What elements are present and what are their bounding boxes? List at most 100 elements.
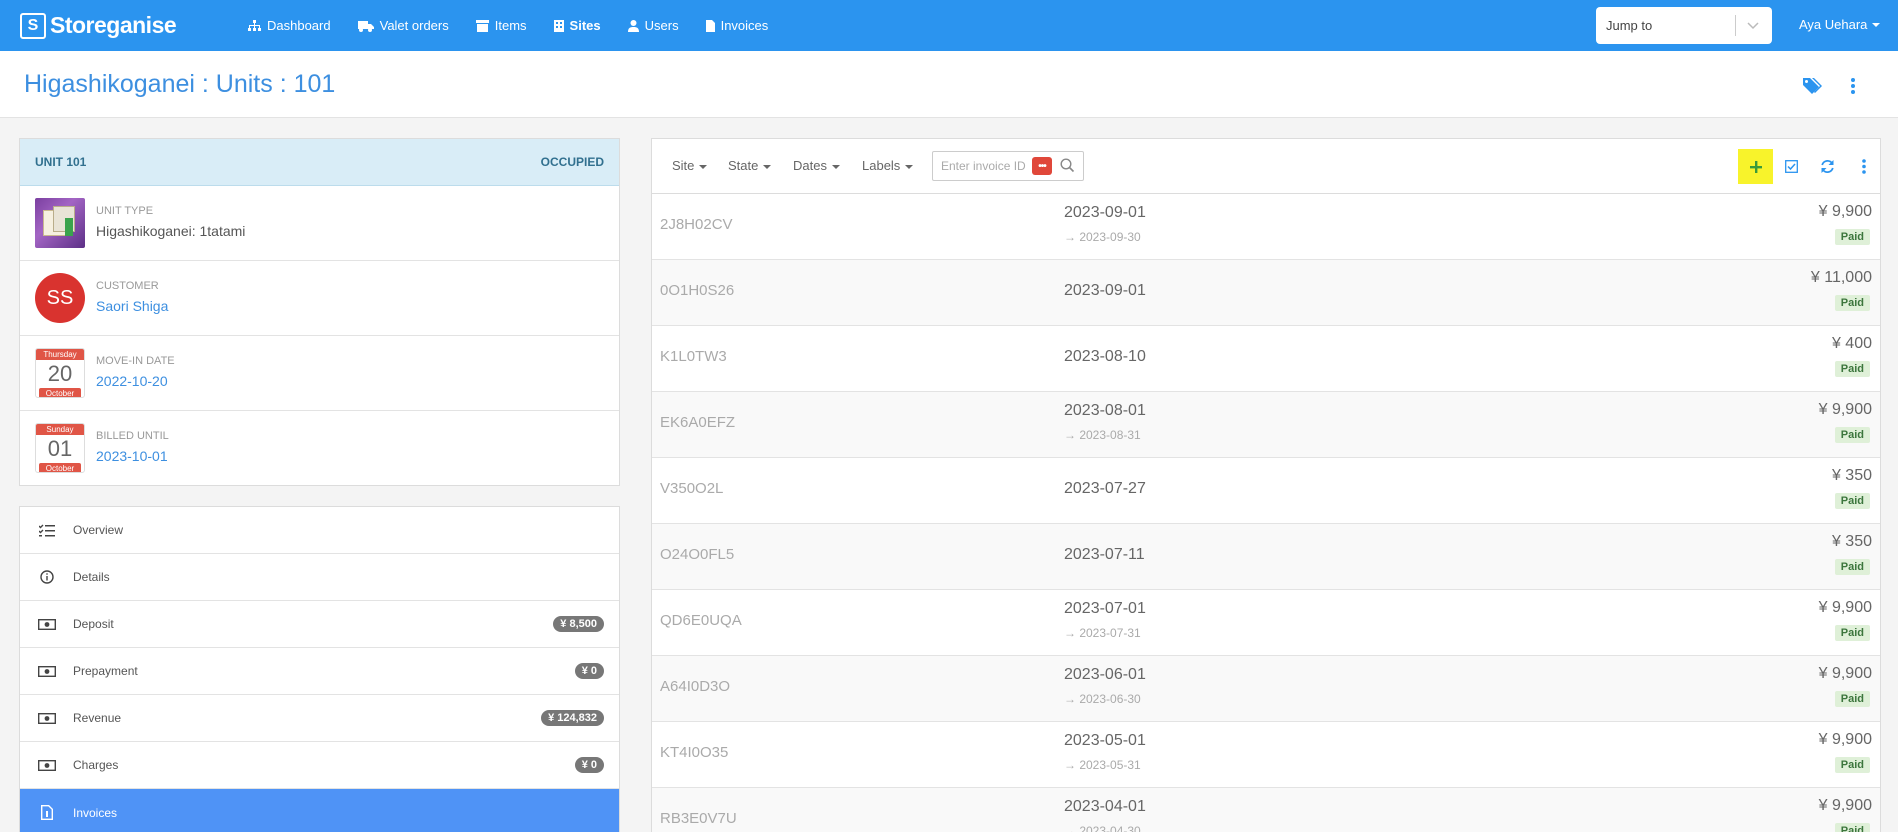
invoice-amount: ¥ 9,900: [1818, 401, 1872, 418]
billed-until-date[interactable]: 2023-10-01: [96, 448, 168, 464]
invoice-status-badge: Paid: [1834, 691, 1870, 707]
invoice-list: 2J8H02CV 2023-09-01 → 2023-09-30 ¥ 9,900…: [652, 194, 1880, 832]
money-icon: [36, 665, 58, 677]
invoice-status-badge: Paid: [1834, 625, 1870, 641]
menu-item-revenue[interactable]: Revenue ¥ 124,832: [20, 695, 619, 742]
invoice-row[interactable]: O24O0FL5 2023-07-11 ¥ 350 Paid: [652, 524, 1880, 590]
calendar-date-num: 20: [47, 361, 73, 386]
invoice-id: O24O0FL5: [660, 546, 735, 563]
invoice-id: RB3E0V7U: [660, 810, 737, 827]
menu-item-overview[interactable]: Overview: [20, 507, 619, 554]
select-separator: [1735, 15, 1736, 36]
menu-item-deposit[interactable]: Deposit ¥ 8,500: [20, 601, 619, 648]
nav-item-sites[interactable]: Sites: [553, 18, 601, 33]
invoice-end-date: → 2023-05-31: [1064, 758, 1141, 772]
invoice-row[interactable]: 2J8H02CV 2023-09-01 → 2023-09-30 ¥ 9,900…: [652, 194, 1880, 260]
menu-item-prepayment[interactable]: Prepayment ¥ 0: [20, 648, 619, 695]
add-invoice-button[interactable]: [1738, 149, 1773, 184]
invoice-end-date: → 2023-07-31: [1064, 626, 1141, 640]
invoice-id: V350O2L: [660, 480, 724, 497]
archive-icon: [475, 19, 489, 32]
brand[interactable]: S Storeganise: [20, 12, 210, 39]
invoice-start-date: 2023-07-27: [1064, 480, 1146, 497]
invoice-row[interactable]: EK6A0EFZ 2023-08-01 → 2023-08-31 ¥ 9,900…: [652, 392, 1880, 458]
invoice-amount: ¥ 11,000: [1810, 269, 1872, 286]
invoice-end-date: → 2023-04-30: [1064, 824, 1141, 832]
nav-item-users[interactable]: Users: [627, 18, 679, 33]
invoice-status-badge: Paid: [1834, 493, 1870, 509]
jump-to-select[interactable]: Jump to: [1596, 7, 1772, 44]
invoice-row[interactable]: V350O2L 2023-07-27 ¥ 350 Paid: [652, 458, 1880, 524]
search-placeholder: Enter invoice ID: [941, 159, 1026, 173]
calendar-day: Thursday: [36, 349, 84, 360]
menu-item-invoices[interactable]: Invoices: [20, 789, 619, 832]
invoice-id: EK6A0EFZ: [660, 414, 736, 431]
filter-label: State: [728, 158, 759, 173]
invoice-id-search-input[interactable]: Enter invoice ID •••: [932, 151, 1084, 181]
caret-down-icon: [1872, 22, 1881, 27]
plus-icon: [1749, 160, 1762, 173]
nav-item-valet-orders[interactable]: Valet orders: [357, 18, 449, 33]
invoice-row[interactable]: A64I0D3O 2023-06-01 → 2023-06-30 ¥ 9,900…: [652, 656, 1880, 722]
filter-label: Dates: [793, 158, 827, 173]
top-navbar: S Storeganise Dashboard Valet orders Ite…: [0, 0, 1898, 51]
labels-filter[interactable]: Labels: [862, 158, 914, 173]
invoice-end-date: → 2023-06-30: [1064, 692, 1141, 706]
invoice-start-date: 2023-08-10: [1064, 348, 1146, 365]
main-nav: Dashboard Valet orders Items Sites Users…: [248, 18, 795, 33]
select-all-button[interactable]: [1774, 149, 1809, 184]
password-manager-icon[interactable]: •••: [1032, 157, 1052, 175]
invoice-id: 2J8H02CV: [660, 216, 733, 233]
menu-item-details[interactable]: Details: [20, 554, 619, 601]
move-in-date[interactable]: 2022-10-20: [96, 373, 168, 389]
unit-type-value: Higashikoganei: 1tatami: [96, 223, 246, 239]
invoice-amount: ¥ 9,900: [1818, 797, 1872, 814]
tags-icon[interactable]: [1803, 78, 1822, 95]
calendar-icon: Thursday 20 October: [35, 348, 85, 398]
menu-label: Charges: [73, 758, 119, 772]
invoice-row[interactable]: QD6E0UQA 2023-07-01 → 2023-07-31 ¥ 9,900…: [652, 590, 1880, 656]
invoice-row[interactable]: 0O1H0S26 2023-09-01 ¥ 11,000 Paid: [652, 260, 1880, 326]
unit-type-label: UNIT TYPE: [96, 205, 154, 217]
invoice-start-date: 2023-08-01: [1064, 402, 1146, 419]
unit-type-image: [35, 198, 85, 248]
nav-item-invoices[interactable]: Invoices: [705, 18, 768, 33]
invoice-row[interactable]: K1L0TW3 2023-08-10 ¥ 400 Paid: [652, 326, 1880, 392]
caret-down-icon: [831, 164, 840, 169]
invoice-start-date: 2023-05-01: [1064, 732, 1146, 749]
invoice-status-badge: Paid: [1834, 427, 1870, 443]
brand-name: Storeganise: [50, 12, 177, 38]
money-icon: [36, 759, 58, 771]
filter-label: Site: [672, 158, 695, 173]
site-filter[interactable]: Site: [672, 158, 708, 173]
nav-item-items[interactable]: Items: [475, 18, 527, 33]
invoice-id: K1L0TW3: [660, 348, 727, 365]
caret-down-icon: [699, 164, 708, 169]
menu-item-charges[interactable]: Charges ¥ 0: [20, 742, 619, 789]
invoice-status-badge: Paid: [1834, 757, 1870, 773]
sitemap-icon: [248, 19, 261, 31]
unit-card-header: UNIT 101 OCCUPIED: [20, 139, 619, 186]
dates-filter[interactable]: Dates: [793, 158, 840, 173]
nav-label: Valet orders: [379, 18, 449, 33]
menu-label: Prepayment: [73, 664, 138, 678]
user-menu[interactable]: Aya Uehara: [1799, 17, 1881, 32]
invoices-panel: Site State Dates Labels Enter invoice ID…: [651, 138, 1881, 832]
more-options-button[interactable]: [1846, 149, 1880, 184]
search-icon[interactable]: [1060, 158, 1075, 173]
customer-link[interactable]: Saori Shiga: [96, 298, 168, 314]
unit-summary-card: UNIT 101 OCCUPIED UNIT TYPE Higashikogan…: [19, 138, 620, 486]
check-square-icon: [1785, 160, 1798, 173]
money-icon: [36, 618, 58, 630]
invoice-start-date: 2023-06-01: [1064, 666, 1146, 683]
invoice-row[interactable]: RB3E0V7U 2023-04-01 → 2023-04-30 ¥ 9,900…: [652, 788, 1880, 832]
more-vertical-icon[interactable]: [1851, 78, 1855, 94]
user-name: Aya Uehara: [1799, 17, 1868, 32]
state-filter[interactable]: State: [728, 158, 772, 173]
refresh-button[interactable]: [1810, 149, 1845, 184]
invoice-id: QD6E0UQA: [660, 612, 742, 629]
calendar-date-num: 01: [47, 436, 73, 461]
tasks-icon: [36, 524, 58, 537]
invoice-row[interactable]: KT4I0O35 2023-05-01 → 2023-05-31 ¥ 9,900…: [652, 722, 1880, 788]
nav-item-dashboard[interactable]: Dashboard: [248, 18, 331, 33]
